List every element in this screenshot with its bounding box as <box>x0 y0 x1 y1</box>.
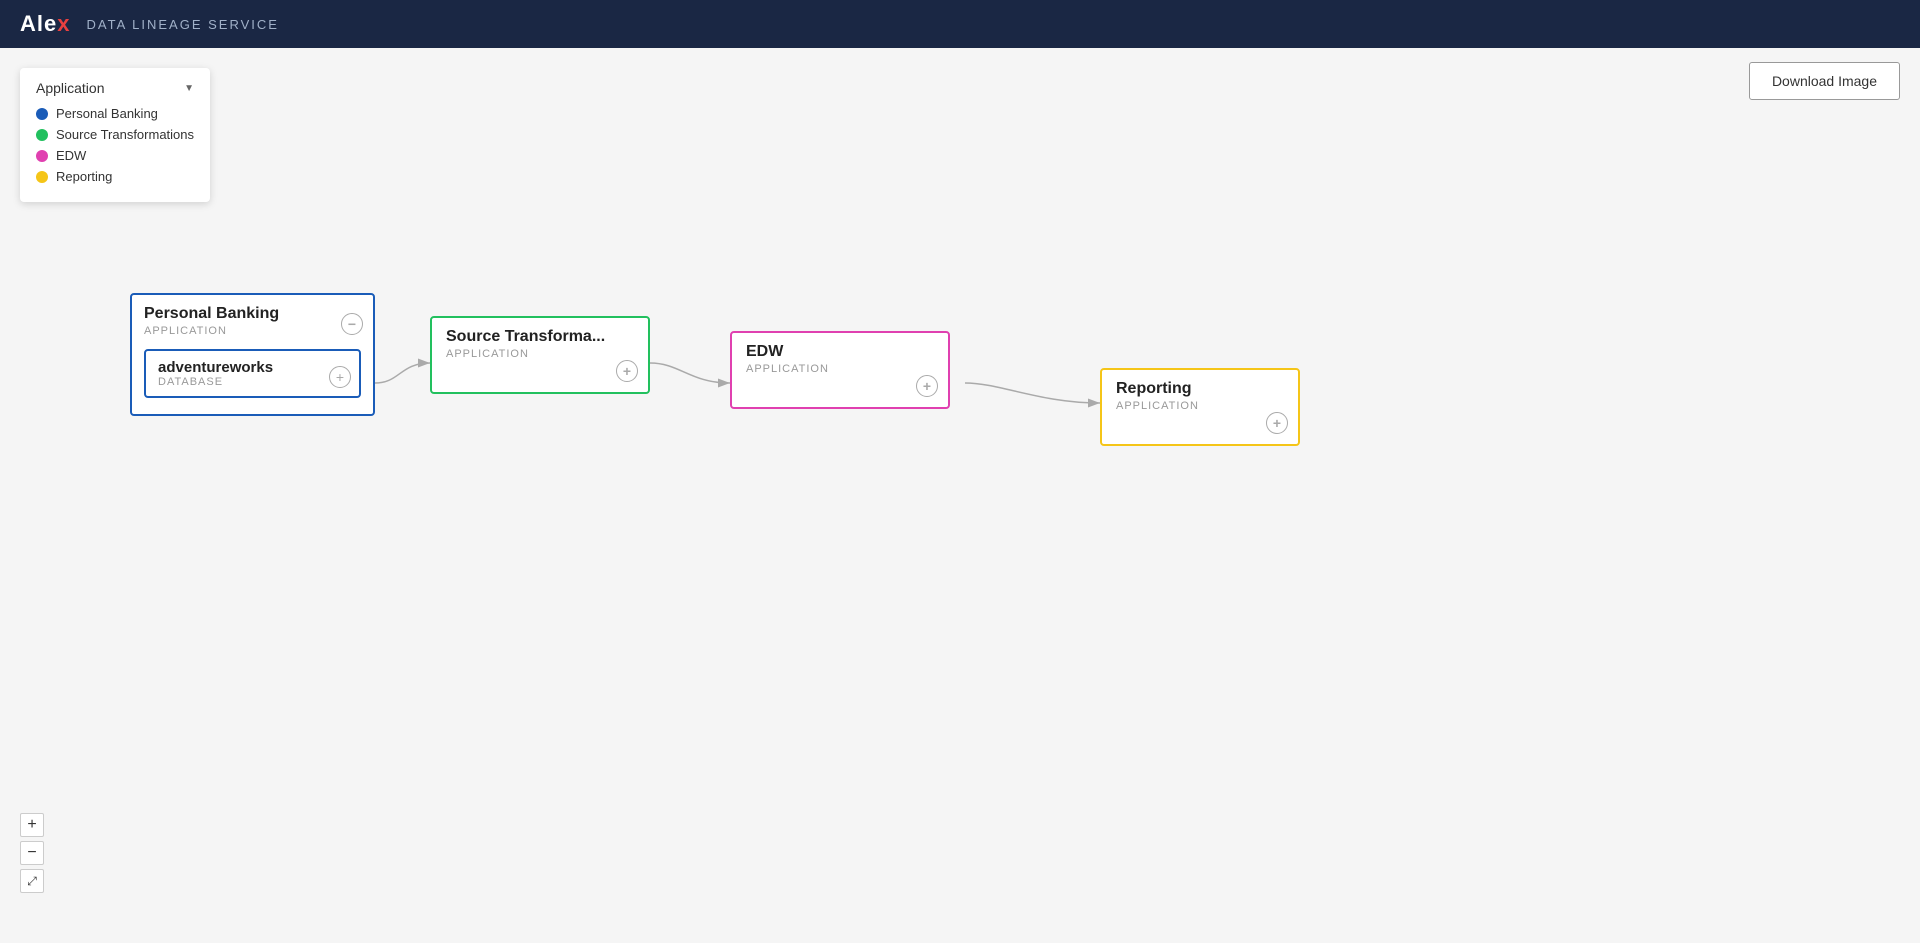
expand-icon-edw[interactable]: + <box>916 375 938 397</box>
node-title-edw: EDW <box>746 343 934 361</box>
zoom-out-button[interactable]: − <box>20 841 44 865</box>
zoom-in-button[interactable]: + <box>20 813 44 837</box>
legend-dropdown-label: Application <box>36 80 105 96</box>
legend-dot-source-transformations <box>36 129 48 141</box>
expand-icon-reporting[interactable]: + <box>1266 412 1288 434</box>
app-title: DATA LINEAGE SERVICE <box>87 17 279 32</box>
legend-label-edw: EDW <box>56 148 86 163</box>
logo-text: Alex <box>20 11 71 37</box>
legend-label-personal-banking: Personal Banking <box>56 106 158 121</box>
download-image-button[interactable]: Download Image <box>1749 62 1900 100</box>
node-title-reporting: Reporting <box>1116 380 1284 398</box>
node-subtitle-source-transformations: APPLICATION <box>446 348 634 360</box>
zoom-fit-button[interactable]: ⤢ <box>20 869 44 893</box>
canvas: Application ▼ Personal Banking Source Tr… <box>0 48 1920 943</box>
legend-dot-edw <box>36 150 48 162</box>
legend-dropdown[interactable]: Application ▼ <box>36 80 194 96</box>
node-subtitle-personal-banking: APPLICATION <box>144 325 361 337</box>
collapse-icon[interactable]: − <box>341 313 363 335</box>
legend-item-source-transformations: Source Transformations <box>36 127 194 142</box>
node-subtitle-adventureworks: DATABASE <box>158 376 347 388</box>
header: Alex DATA LINEAGE SERVICE <box>0 0 1920 48</box>
node-title-adventureworks: adventureworks <box>158 359 347 376</box>
node-subtitle-reporting: APPLICATION <box>1116 400 1284 412</box>
node-source-transformations[interactable]: Source Transforma... APPLICATION + <box>430 316 650 394</box>
logo-x: x <box>57 11 70 36</box>
legend-item-edw: EDW <box>36 148 194 163</box>
expand-icon-adventureworks[interactable]: + <box>329 366 351 388</box>
legend-label-source-transformations: Source Transformations <box>56 127 194 142</box>
legend-dot-personal-banking <box>36 108 48 120</box>
arrows-svg <box>0 48 1920 943</box>
legend-dot-reporting <box>36 171 48 183</box>
expand-icon-source-transformations[interactable]: + <box>616 360 638 382</box>
legend-item-reporting: Reporting <box>36 169 194 184</box>
chevron-down-icon: ▼ <box>184 83 194 94</box>
node-edw[interactable]: EDW APPLICATION + <box>730 331 950 409</box>
legend-item-personal-banking: Personal Banking <box>36 106 194 121</box>
node-personal-banking[interactable]: Personal Banking APPLICATION − adventure… <box>130 293 375 416</box>
node-title-personal-banking: Personal Banking <box>144 305 361 323</box>
node-reporting[interactable]: Reporting APPLICATION + <box>1100 368 1300 446</box>
node-adventureworks[interactable]: adventureworks DATABASE + <box>144 349 361 398</box>
legend-box: Application ▼ Personal Banking Source Tr… <box>20 68 210 202</box>
zoom-controls: + − ⤢ <box>20 813 44 893</box>
node-subtitle-edw: APPLICATION <box>746 363 934 375</box>
node-title-source-transformations: Source Transforma... <box>446 328 634 346</box>
legend-label-reporting: Reporting <box>56 169 112 184</box>
logo: Alex <box>20 11 71 37</box>
